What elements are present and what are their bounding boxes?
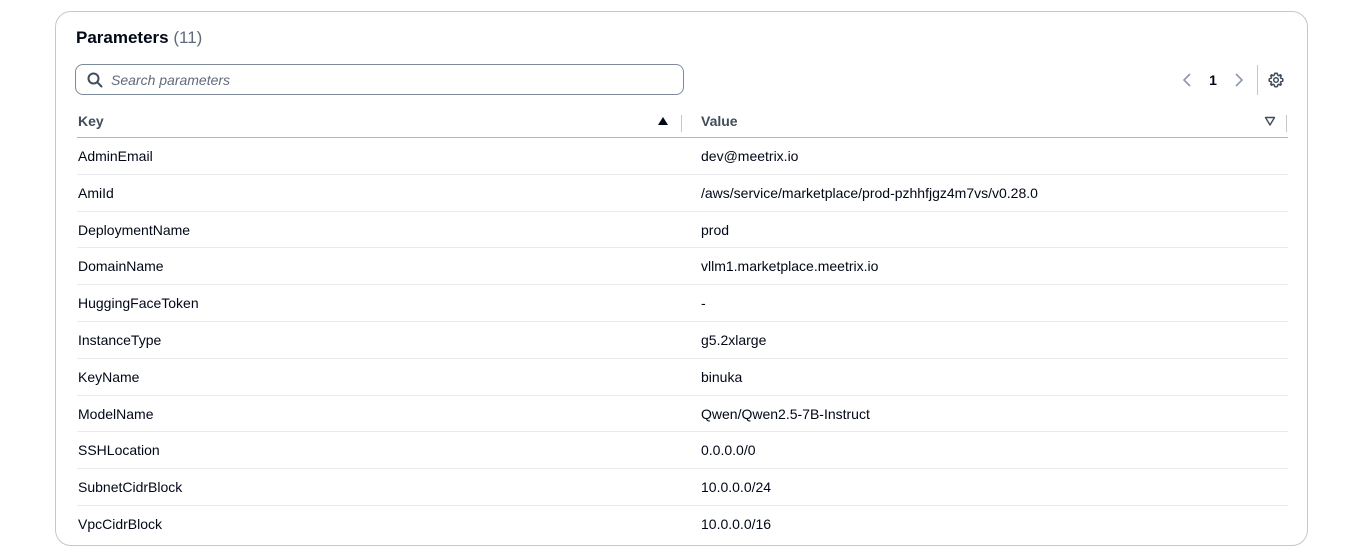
gear-icon bbox=[1268, 72, 1284, 88]
parameter-key: AmiId bbox=[78, 184, 114, 201]
parameter-value: 10.0.0.0/16 bbox=[701, 515, 772, 532]
parameter-key: VpcCidrBlock bbox=[78, 515, 163, 532]
table-body: AdminEmail dev@meetrix.io AmiId/aws/servic… bbox=[77, 138, 1288, 543]
parameter-key: SSHLocation bbox=[78, 442, 160, 459]
search-icon bbox=[87, 72, 103, 88]
sort-neutral-icon[interactable] bbox=[1263, 114, 1277, 128]
parameter-value: vllm1.marketplace.meetrix.io bbox=[701, 258, 879, 275]
table-row[interactable]: ModelName Qwen/Qwen2.5-7B-Instruct bbox=[77, 396, 1288, 433]
table-row[interactable]: VpcCidrBlock 10.0.0.0/16 bbox=[77, 506, 1288, 543]
parameters-table: Key Value AdminEmail dev@meetrix.io AmiId /… bbox=[77, 105, 1288, 543]
parameters-panel: Parameters (11) 1 Key bbox=[55, 11, 1308, 546]
pagination: 1 bbox=[1176, 65, 1288, 95]
parameter-key: DomainName bbox=[78, 258, 164, 275]
column-divider[interactable] bbox=[1286, 115, 1287, 132]
parameter-value: 0.0.0.0/0 bbox=[701, 442, 756, 459]
table-row[interactable]: DeploymentName prod bbox=[77, 212, 1288, 249]
column-header-value[interactable]: Value bbox=[701, 105, 1281, 137]
search-input[interactable] bbox=[111, 71, 651, 88]
parameter-value: /aws/service/marketplace/prod-pzhhfjgz4m… bbox=[701, 184, 1038, 201]
current-page[interactable]: 1 bbox=[1202, 72, 1224, 88]
table-row[interactable]: SubnetCidrBlock 10.0.0.0/24 bbox=[77, 469, 1288, 506]
panel-title: Parameters bbox=[76, 28, 169, 47]
column-header-key[interactable]: Key bbox=[77, 105, 681, 137]
parameter-value: prod bbox=[701, 221, 730, 238]
parameter-key: AdminEmail bbox=[78, 148, 153, 164]
parameter-value: binuka bbox=[701, 368, 743, 385]
parameter-key: DeploymentName bbox=[78, 221, 191, 238]
previous-page-button[interactable] bbox=[1176, 69, 1198, 91]
chevron-right-icon bbox=[1235, 73, 1244, 87]
search-box[interactable] bbox=[75, 64, 684, 95]
column-divider[interactable] bbox=[681, 115, 682, 132]
table-row[interactable]: InstanceType g5.2xlarge bbox=[77, 322, 1288, 359]
table-row[interactable]: AdminEmail dev@meetrix.io bbox=[77, 138, 1288, 175]
parameter-key: SubnetCidrBlock bbox=[78, 479, 183, 496]
parameter-value: - bbox=[701, 295, 706, 312]
column-header-value-label: Value bbox=[701, 113, 738, 129]
parameter-value: 10.0.0.0/24 bbox=[701, 479, 772, 496]
pagination-divider bbox=[1257, 65, 1258, 95]
table-row[interactable]: SSHLocation 0.0.0.0/0 bbox=[77, 432, 1288, 470]
parameter-count: (11) bbox=[173, 28, 203, 47]
parameter-key: InstanceType bbox=[78, 331, 162, 348]
table-row[interactable]: DomainName vllm1.marketplace.meetrix.io bbox=[77, 248, 1288, 286]
parameter-value: g5.2xlarge bbox=[701, 331, 767, 348]
column-header-key-label: Key bbox=[78, 113, 104, 129]
parameter-key: ModelName bbox=[78, 405, 154, 422]
table-header: Key Value bbox=[77, 105, 1288, 138]
parameter-value: dev@meetrix.io bbox=[701, 148, 799, 164]
table-row[interactable]: HuggingFaceToken - bbox=[77, 285, 1288, 322]
parameter-key: HuggingFaceToken bbox=[78, 295, 199, 312]
table-row[interactable]: KeyName binuka bbox=[77, 359, 1288, 396]
chevron-left-icon bbox=[1182, 73, 1191, 87]
preferences-button[interactable] bbox=[1264, 68, 1288, 92]
parameter-key: KeyName bbox=[78, 368, 140, 385]
sort-ascending-icon[interactable] bbox=[656, 114, 670, 128]
panel-header: Parameters (11) bbox=[76, 28, 202, 48]
table-row[interactable]: AmiId/aws/service/marketplace/prod-pzhhf… bbox=[77, 175, 1288, 212]
parameter-value: Qwen/Qwen2.5-7B-Instruct bbox=[701, 405, 870, 422]
next-page-button[interactable] bbox=[1228, 69, 1250, 91]
